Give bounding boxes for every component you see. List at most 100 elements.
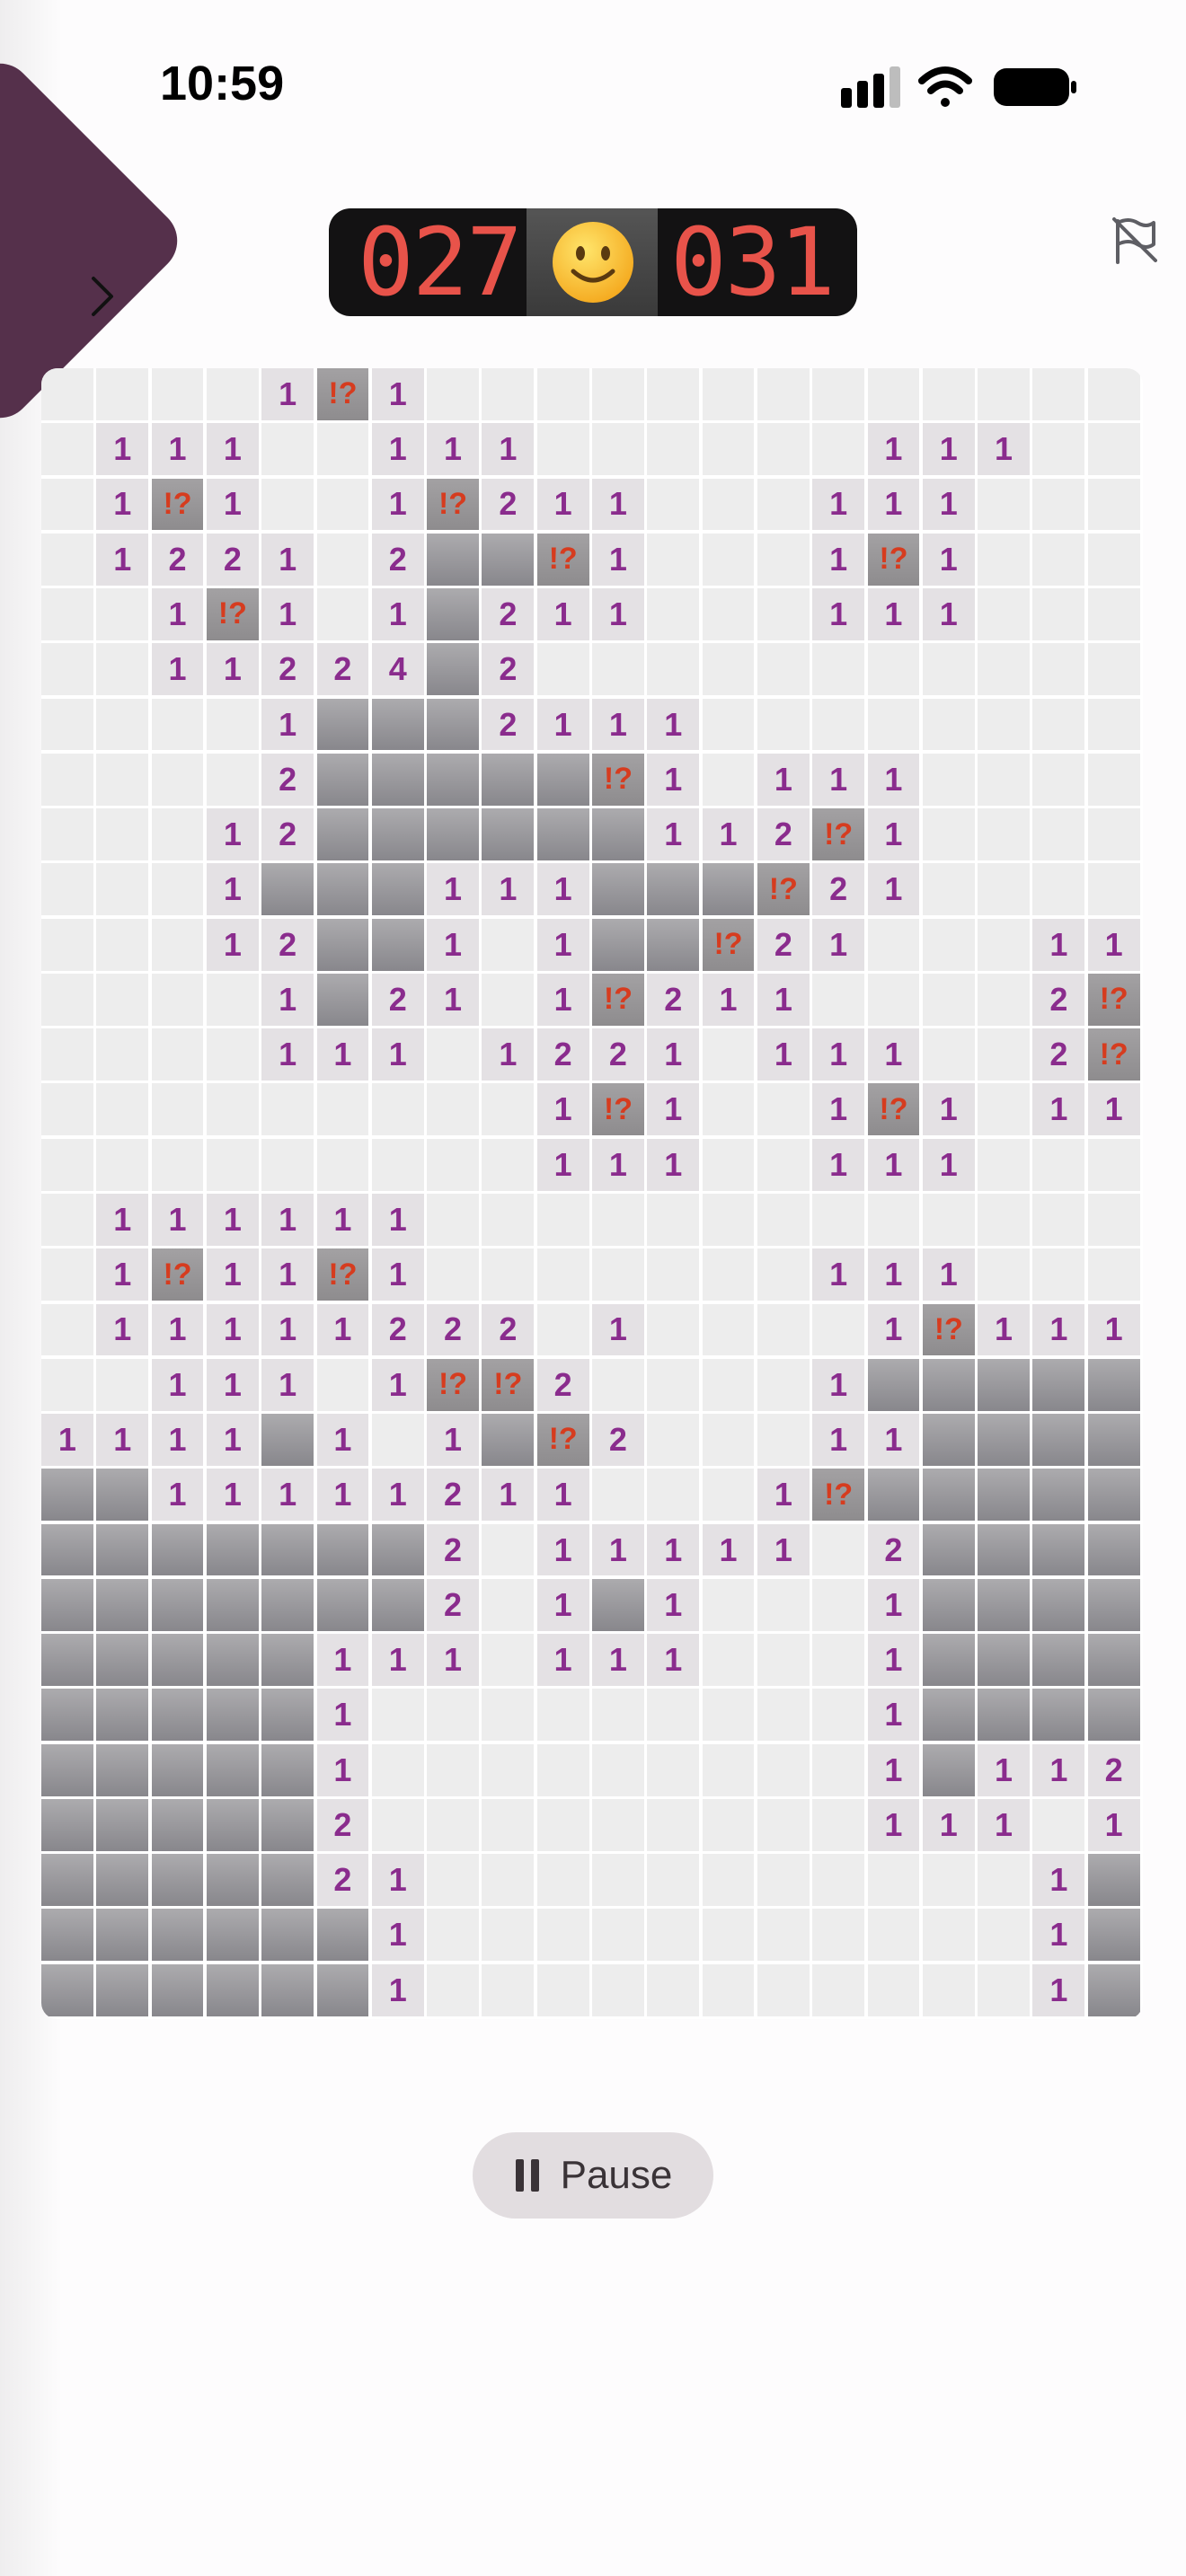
empty-cell[interactable]: [1032, 1248, 1085, 1301]
number-cell[interactable]: 1: [316, 1689, 369, 1742]
empty-cell[interactable]: [647, 588, 700, 640]
number-cell[interactable]: 1: [206, 1414, 259, 1466]
number-cell[interactable]: 1: [922, 1083, 975, 1136]
hidden-cell[interactable]: [41, 1469, 93, 1522]
number-cell[interactable]: 1: [96, 1194, 149, 1246]
empty-cell[interactable]: [757, 1303, 810, 1356]
hidden-cell[interactable]: [922, 1523, 975, 1576]
empty-cell[interactable]: [96, 1138, 149, 1191]
empty-cell[interactable]: [702, 643, 755, 696]
number-cell[interactable]: 2: [482, 698, 535, 751]
empty-cell[interactable]: [647, 1414, 700, 1466]
empty-cell[interactable]: [702, 1578, 755, 1631]
number-cell[interactable]: 1: [427, 1414, 479, 1466]
hidden-cell[interactable]: [96, 1469, 149, 1522]
hidden-cell[interactable]: [206, 1909, 259, 1962]
empty-cell[interactable]: [96, 808, 149, 860]
empty-cell[interactable]: [922, 698, 975, 751]
number-cell[interactable]: 1: [1087, 1083, 1140, 1136]
empty-cell[interactable]: [922, 808, 975, 860]
hidden-cell[interactable]: [867, 1469, 920, 1522]
hidden-cell[interactable]: [1087, 1854, 1140, 1907]
empty-cell[interactable]: [757, 1854, 810, 1907]
empty-cell[interactable]: [812, 698, 865, 751]
hidden-cell[interactable]: [647, 918, 700, 971]
hidden-cell[interactable]: [151, 1689, 204, 1742]
hidden-cell[interactable]: [261, 1909, 314, 1962]
empty-cell[interactable]: [592, 1798, 644, 1851]
empty-cell[interactable]: [702, 533, 755, 586]
hidden-cell[interactable]: [427, 808, 479, 860]
hidden-cell[interactable]: [978, 1523, 1030, 1576]
empty-cell[interactable]: [96, 918, 149, 971]
number-cell[interactable]: 1: [1032, 1963, 1085, 2016]
hidden-cell[interactable]: [316, 1963, 369, 2016]
number-cell[interactable]: 1: [96, 423, 149, 476]
number-cell[interactable]: 1: [206, 808, 259, 860]
number-cell[interactable]: 1: [206, 1303, 259, 1356]
number-cell[interactable]: 1: [922, 1248, 975, 1301]
number-cell[interactable]: 1: [867, 1028, 920, 1081]
number-cell[interactable]: 1: [41, 1414, 93, 1466]
empty-cell[interactable]: [427, 1854, 479, 1907]
empty-cell[interactable]: [1087, 863, 1140, 916]
empty-cell[interactable]: [592, 368, 644, 420]
number-cell[interactable]: 1: [757, 1523, 810, 1576]
empty-cell[interactable]: [206, 368, 259, 420]
empty-cell[interactable]: [812, 973, 865, 1026]
number-cell[interactable]: 1: [922, 478, 975, 531]
flagged-cell[interactable]: !?: [151, 478, 204, 531]
number-cell[interactable]: 2: [812, 863, 865, 916]
number-cell[interactable]: 1: [647, 753, 700, 806]
empty-cell[interactable]: [41, 533, 93, 586]
empty-cell[interactable]: [41, 478, 93, 531]
empty-cell[interactable]: [427, 1194, 479, 1246]
empty-cell[interactable]: [1032, 478, 1085, 531]
number-cell[interactable]: 1: [371, 478, 424, 531]
number-cell[interactable]: 1: [1032, 1083, 1085, 1136]
number-cell[interactable]: 1: [867, 1138, 920, 1191]
flagged-cell[interactable]: !?: [592, 1083, 644, 1136]
number-cell[interactable]: 1: [261, 1194, 314, 1246]
number-cell[interactable]: 1: [371, 1854, 424, 1907]
number-cell[interactable]: 1: [151, 1194, 204, 1246]
empty-cell[interactable]: [427, 1083, 479, 1136]
empty-cell[interactable]: [702, 1469, 755, 1522]
number-cell[interactable]: 2: [482, 588, 535, 640]
empty-cell[interactable]: [757, 423, 810, 476]
hidden-cell[interactable]: [427, 753, 479, 806]
hidden-cell[interactable]: [261, 1963, 314, 2016]
number-cell[interactable]: 1: [96, 478, 149, 531]
number-cell[interactable]: 1: [867, 808, 920, 860]
empty-cell[interactable]: [1087, 423, 1140, 476]
number-cell[interactable]: 2: [427, 1578, 479, 1631]
empty-cell[interactable]: [757, 1578, 810, 1631]
number-cell[interactable]: 1: [482, 423, 535, 476]
empty-cell[interactable]: [482, 1194, 535, 1246]
empty-cell[interactable]: [1032, 588, 1085, 640]
number-cell[interactable]: 1: [371, 1909, 424, 1962]
empty-cell[interactable]: [647, 1743, 700, 1796]
hidden-cell[interactable]: [261, 1743, 314, 1796]
number-cell[interactable]: 1: [371, 1248, 424, 1301]
hidden-cell[interactable]: [592, 808, 644, 860]
empty-cell[interactable]: [812, 1743, 865, 1796]
number-cell[interactable]: 1: [96, 1248, 149, 1301]
empty-cell[interactable]: [647, 423, 700, 476]
number-cell[interactable]: 1: [261, 1248, 314, 1301]
empty-cell[interactable]: [812, 1303, 865, 1356]
pause-button[interactable]: Pause: [473, 2132, 713, 2219]
empty-cell[interactable]: [482, 1689, 535, 1742]
hidden-cell[interactable]: [922, 1414, 975, 1466]
empty-cell[interactable]: [316, 1358, 369, 1411]
hidden-cell[interactable]: [261, 1634, 314, 1686]
number-cell[interactable]: 1: [316, 1303, 369, 1356]
empty-cell[interactable]: [867, 698, 920, 751]
hidden-cell[interactable]: [1087, 1634, 1140, 1686]
hidden-cell[interactable]: [978, 1689, 1030, 1742]
number-cell[interactable]: 2: [316, 1798, 369, 1851]
number-cell[interactable]: 1: [812, 1248, 865, 1301]
empty-cell[interactable]: [316, 1083, 369, 1136]
hidden-cell[interactable]: [261, 1523, 314, 1576]
flagged-cell[interactable]: !?: [592, 973, 644, 1026]
